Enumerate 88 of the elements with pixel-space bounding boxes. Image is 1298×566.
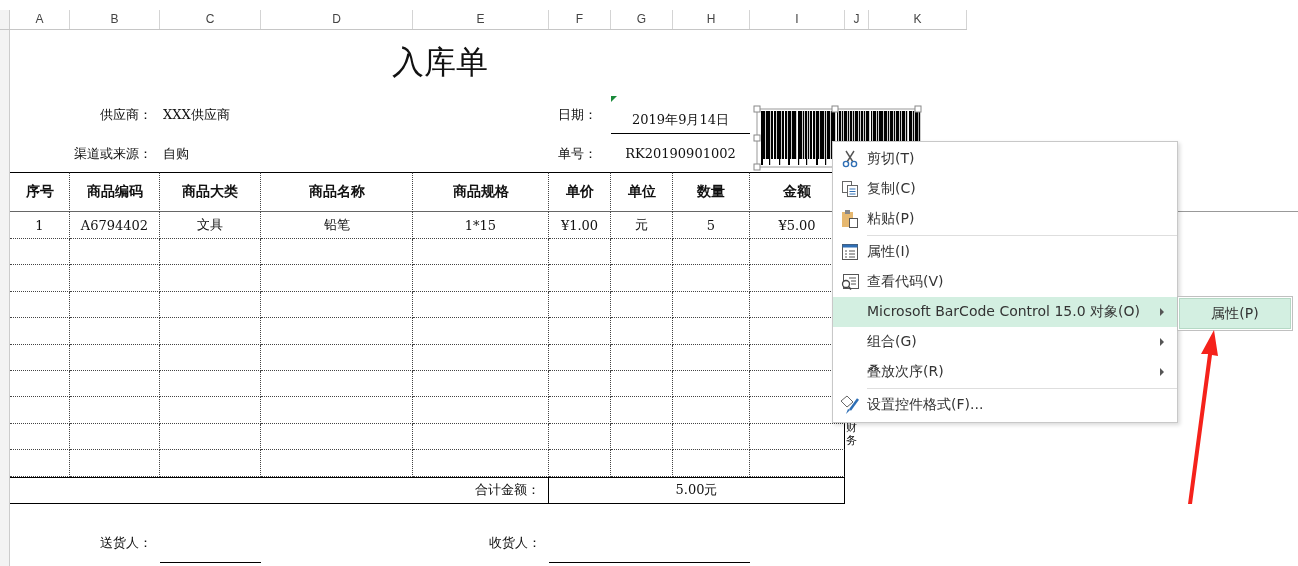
total-value: 5.00元 <box>549 476 845 504</box>
field-label: 单号： <box>558 144 597 163</box>
column-heading: 商品名称 <box>261 172 413 212</box>
comment-indicator <box>611 96 617 102</box>
date-value: 2019年9月14日 <box>611 107 750 134</box>
view-code-icon <box>840 273 860 291</box>
table-cell <box>10 370 70 398</box>
table-cell <box>10 265 70 292</box>
form-title: 入库单 <box>390 42 489 83</box>
column-header[interactable]: F <box>549 10 611 29</box>
column-heading: 序号 <box>10 172 70 212</box>
table-cell <box>549 423 611 451</box>
column-header[interactable]: B <box>70 10 160 29</box>
menu-item[interactable]: 属性(P) <box>1179 298 1291 329</box>
column-heading: 单价 <box>549 172 611 212</box>
table-cell <box>611 239 673 266</box>
table-cell <box>611 423 673 451</box>
menu-item[interactable]: Microsoft BarCode Control 15.0 对象(O) <box>833 297 1177 327</box>
table-cell <box>549 291 611 319</box>
copy-icon <box>841 180 859 198</box>
table-cell <box>10 397 70 424</box>
table-cell <box>549 265 611 292</box>
table-cell <box>549 397 611 424</box>
table-cell: ¥1.00 <box>549 212 611 239</box>
column-header[interactable]: A <box>10 10 70 29</box>
side-note: 财务 <box>846 421 857 448</box>
field-value: RK20190901002 <box>625 146 736 161</box>
table-cell <box>10 344 70 371</box>
column-header[interactable]: D <box>261 10 413 29</box>
column-heading: 单位 <box>611 172 673 212</box>
table-cell <box>611 450 673 477</box>
table-cell <box>549 344 611 371</box>
scissors-icon <box>841 150 859 168</box>
table-cell <box>611 291 673 319</box>
menu-item[interactable]: 剪切(T) <box>833 144 1177 174</box>
table-cell <box>549 450 611 477</box>
table-cell <box>549 370 611 398</box>
table-cell <box>611 370 673 398</box>
field-label: 日期： <box>558 106 597 124</box>
field-value: 自购 <box>163 144 189 163</box>
table-cell <box>549 318 611 345</box>
table-cell: 铅笔 <box>261 212 413 239</box>
column-header[interactable]: I <box>750 10 845 29</box>
field-label: 供应商： <box>100 106 152 124</box>
column-header[interactable]: K <box>869 10 967 29</box>
submenu-arrow-icon <box>1159 308 1165 316</box>
table-cell: A6794402 <box>70 212 160 239</box>
table-cell <box>611 344 673 371</box>
format-brush-icon <box>839 395 861 415</box>
field-label: 渠道或来源： <box>74 144 152 163</box>
menu-item[interactable]: 查看代码(V) <box>833 267 1177 297</box>
table-cell: 文具 <box>160 212 261 239</box>
column-header[interactable]: C <box>160 10 261 29</box>
signature-label: 送货人： <box>100 533 153 552</box>
table-cell: 1*15 <box>413 212 549 239</box>
menu-item[interactable]: 叠放次序(R) <box>833 357 1177 387</box>
column-heading: 商品编码 <box>70 172 160 212</box>
menu-item[interactable]: 设置控件格式(F)... <box>833 390 1177 420</box>
signature-label: 收货人： <box>489 533 542 552</box>
field-value: XXX供应商 <box>163 106 230 124</box>
table-cell: 1 <box>10 212 70 239</box>
table-cell <box>549 239 611 266</box>
column-header[interactable]: J <box>845 10 869 29</box>
table-cell <box>10 423 70 451</box>
table-cell <box>611 318 673 345</box>
select-all-corner[interactable] <box>0 10 10 29</box>
submenu-arrow-icon <box>1159 338 1165 346</box>
column-heading: 数量 <box>673 172 750 212</box>
column-heading: 商品规格 <box>413 172 549 212</box>
table-cell <box>611 265 673 292</box>
table-cell: 5 <box>673 212 750 239</box>
row-header-strip[interactable] <box>0 30 10 566</box>
properties-icon <box>841 243 859 261</box>
column-header[interactable]: H <box>673 10 750 29</box>
menu-item[interactable]: 属性(I) <box>833 237 1177 267</box>
total-label: 合计金额： <box>10 476 549 504</box>
submenu-arrow-icon <box>1159 368 1165 376</box>
table-cell <box>10 291 70 319</box>
table-cell <box>10 239 70 266</box>
column-heading: 商品大类 <box>160 172 261 212</box>
column-header[interactable]: E <box>413 10 549 29</box>
table-cell: 元 <box>611 212 673 239</box>
menu-item[interactable]: 组合(G) <box>833 327 1177 357</box>
paste-icon <box>841 209 859 229</box>
table-cell <box>611 397 673 424</box>
table-cell <box>10 450 70 477</box>
column-header[interactable]: G <box>611 10 673 29</box>
table-cell <box>10 318 70 345</box>
